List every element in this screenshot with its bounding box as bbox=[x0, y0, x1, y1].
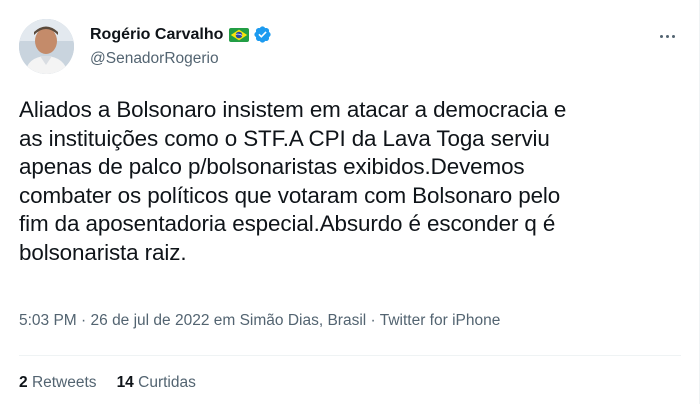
brazil-flag-icon bbox=[229, 27, 250, 42]
likes-count: 14 bbox=[116, 374, 134, 391]
likes-label: Curtidas bbox=[138, 374, 196, 391]
retweets-stat[interactable]: 2 Retweets bbox=[19, 374, 97, 392]
tweet-meta: 5:03 PM · 26 de jul de 2022 em Simão Dia… bbox=[19, 312, 500, 330]
tweet-date-link[interactable]: 26 de jul de 2022 em Simão Dias, Brasil bbox=[91, 312, 367, 329]
more-options-icon bbox=[659, 34, 663, 38]
divider bbox=[19, 355, 681, 356]
avatar[interactable] bbox=[19, 19, 74, 74]
tweet-card: Rogério Carvalho @SenadorRogerio Aliados… bbox=[0, 0, 700, 404]
author-name[interactable]: Rogério Carvalho bbox=[90, 26, 223, 44]
tweet-text: Aliados a Bolsonaro insistem em atacar a… bbox=[19, 97, 567, 265]
more-options-icon-dot bbox=[671, 34, 675, 38]
meta-separator: · bbox=[76, 312, 91, 329]
retweets-label: Retweets bbox=[31, 374, 97, 391]
tweet-stats: 2 Retweets 14 Curtidas bbox=[19, 374, 196, 392]
more-options-button[interactable] bbox=[655, 24, 679, 48]
likes-stat[interactable]: 14 Curtidas bbox=[117, 374, 196, 392]
meta-separator: · bbox=[366, 312, 380, 329]
author-handle[interactable]: @SenadorRogerio bbox=[90, 50, 219, 68]
tweet-source-link[interactable]: Twitter for iPhone bbox=[380, 312, 501, 329]
avatar-image bbox=[19, 19, 74, 74]
tweet-time-link[interactable]: 5:03 PM bbox=[19, 312, 77, 329]
verified-badge-icon bbox=[253, 25, 272, 44]
more-options-icon-dot bbox=[665, 34, 669, 38]
retweets-count: 2 bbox=[19, 374, 28, 391]
author-name-row: Rogério Carvalho bbox=[90, 25, 272, 44]
